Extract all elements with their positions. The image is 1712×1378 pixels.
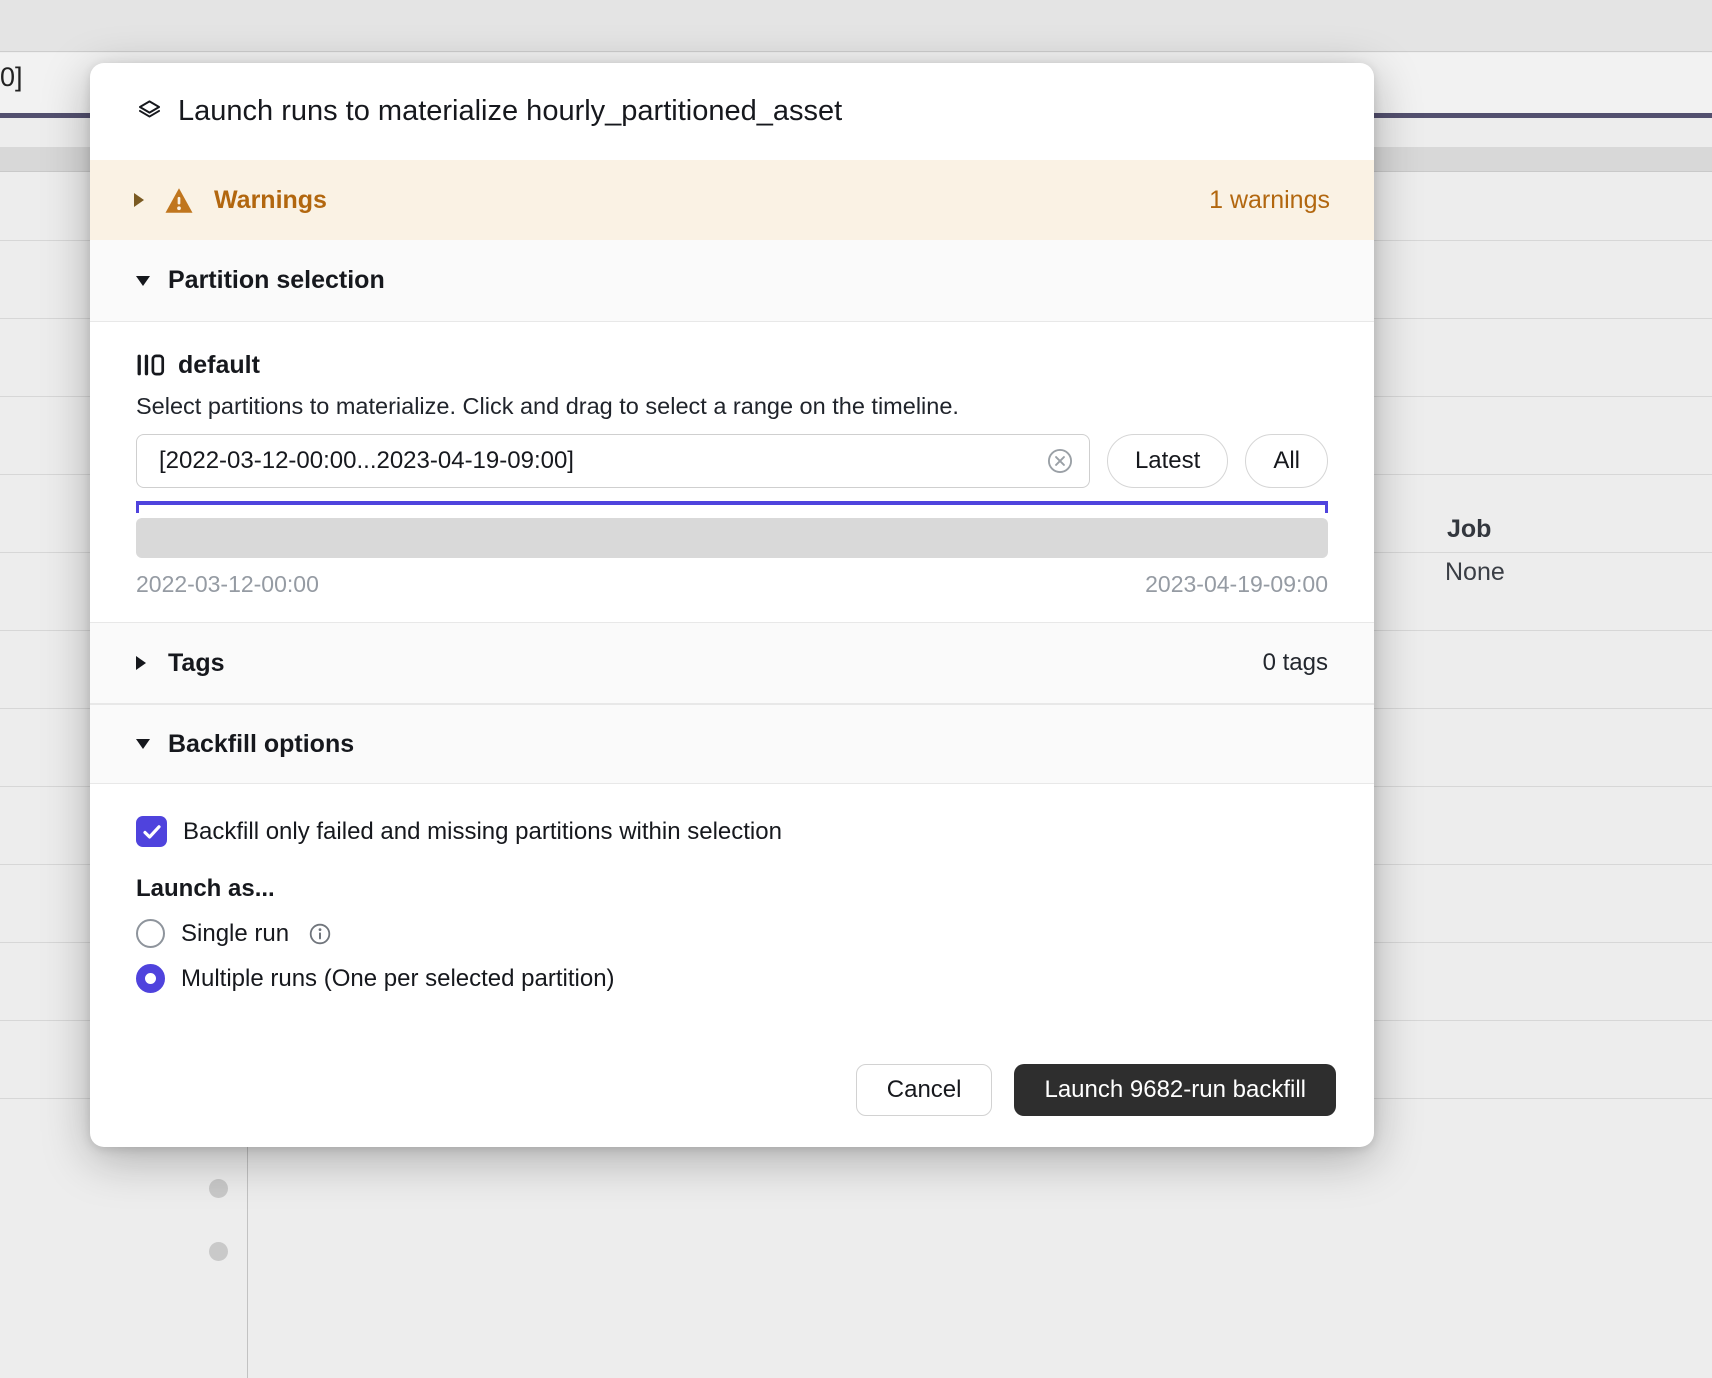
chevron-right-icon bbox=[136, 656, 154, 670]
backfill-options-content: Backfill only failed and missing partiti… bbox=[90, 784, 1374, 1032]
chevron-right-icon bbox=[134, 193, 152, 207]
multiple-runs-label: Multiple runs (One per selected partitio… bbox=[181, 965, 615, 993]
partition-selection-content: default Select partitions to materialize… bbox=[90, 322, 1374, 622]
info-icon[interactable] bbox=[308, 922, 332, 946]
dialog-footer: Cancel Launch 9682-run backfill bbox=[90, 1032, 1374, 1147]
backfill-options-label: Backfill options bbox=[168, 730, 354, 759]
single-run-option[interactable]: Single run bbox=[136, 919, 1328, 948]
tags-label: Tags bbox=[168, 649, 225, 678]
partition-dimension-row: default bbox=[136, 350, 1328, 380]
checkbox-checked-icon[interactable] bbox=[136, 816, 167, 847]
all-button[interactable]: All bbox=[1245, 434, 1328, 488]
radio-unselected-icon[interactable] bbox=[136, 919, 165, 948]
background-job-label: Job bbox=[1447, 515, 1491, 544]
partition-help-text: Select partitions to materialize. Click … bbox=[136, 392, 1328, 420]
background-truncated-text: 0] bbox=[0, 62, 23, 93]
background-job-value: None bbox=[1445, 558, 1505, 587]
dialog-header: Launch runs to materialize hourly_partit… bbox=[90, 63, 1374, 160]
selected-range-indicator bbox=[136, 501, 1328, 513]
partition-input-row: Latest All bbox=[136, 434, 1328, 488]
partition-dimension-icon bbox=[136, 352, 165, 378]
partition-timeline[interactable] bbox=[136, 518, 1328, 558]
partition-dimension-name: default bbox=[178, 351, 260, 380]
warnings-label: Warnings bbox=[214, 186, 327, 215]
cancel-button[interactable]: Cancel bbox=[856, 1064, 993, 1116]
clear-input-button[interactable] bbox=[1046, 447, 1074, 475]
background-row-dot bbox=[209, 1242, 228, 1261]
chevron-down-icon bbox=[136, 739, 154, 749]
warning-triangle-icon bbox=[164, 187, 194, 214]
partition-selection-section-toggle[interactable]: Partition selection bbox=[90, 240, 1374, 322]
warnings-count: 1 warnings bbox=[1209, 186, 1330, 215]
launch-as-label: Launch as... bbox=[136, 875, 1328, 903]
tags-count: 0 tags bbox=[1263, 649, 1328, 677]
timeline-start-label: 2022-03-12-00:00 bbox=[136, 571, 319, 599]
timeline-end-label: 2023-04-19-09:00 bbox=[1145, 571, 1328, 599]
single-run-label: Single run bbox=[181, 920, 289, 948]
layers-icon bbox=[136, 98, 163, 125]
partition-range-input[interactable] bbox=[136, 434, 1090, 488]
backfill-failed-missing-option[interactable]: Backfill only failed and missing partiti… bbox=[136, 816, 1328, 847]
launch-backfill-button[interactable]: Launch 9682-run backfill bbox=[1014, 1064, 1336, 1116]
timeline-range-labels: 2022-03-12-00:00 2023-04-19-09:00 bbox=[136, 571, 1328, 599]
tags-section-toggle[interactable]: Tags 0 tags bbox=[90, 622, 1374, 704]
partition-selection-label: Partition selection bbox=[168, 266, 385, 295]
multiple-runs-option[interactable]: Multiple runs (One per selected partitio… bbox=[136, 964, 1328, 993]
backfill-options-section-toggle[interactable]: Backfill options bbox=[90, 704, 1374, 784]
chevron-down-icon bbox=[136, 276, 154, 286]
background-column-divider bbox=[247, 1147, 248, 1378]
warnings-section-toggle[interactable]: Warnings 1 warnings bbox=[90, 160, 1374, 240]
circle-x-icon bbox=[1046, 447, 1074, 475]
launch-backfill-dialog: Launch runs to materialize hourly_partit… bbox=[90, 63, 1374, 1147]
partition-input-wrap bbox=[136, 434, 1090, 488]
backfill-checkbox-label: Backfill only failed and missing partiti… bbox=[183, 818, 782, 846]
background-row-dot bbox=[209, 1179, 228, 1198]
dialog-title: Launch runs to materialize hourly_partit… bbox=[178, 95, 842, 128]
latest-button[interactable]: Latest bbox=[1107, 434, 1228, 488]
background-top-strip bbox=[0, 0, 1712, 52]
radio-selected-icon[interactable] bbox=[136, 964, 165, 993]
